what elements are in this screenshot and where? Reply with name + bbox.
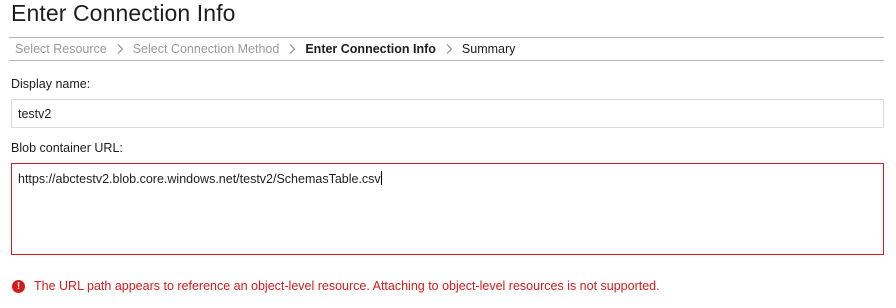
exclamation-circle-icon: ! (12, 279, 25, 293)
wizard-step-enter-connection-info: Enter Connection Info (305, 42, 436, 56)
error-message: The URL path appears to reference an obj… (34, 279, 660, 293)
blob-container-url-value: https://abctestv2.blob.core.windows.net/… (18, 172, 381, 186)
blob-container-url-input[interactable]: https://abctestv2.blob.core.windows.net/… (11, 163, 884, 255)
display-name-label: Display name: (11, 77, 91, 91)
wizard-step-summary: Summary (461, 42, 516, 56)
wizard-step-select-connection-method[interactable]: Select Connection Method (133, 42, 280, 56)
page-title: Enter Connection Info (11, 0, 236, 26)
blob-container-url-label: Blob container URL: (11, 141, 123, 155)
display-name-input[interactable] (11, 99, 884, 128)
wizard-step-select-resource[interactable]: Select Resource (15, 42, 107, 56)
chevron-right-icon (446, 44, 453, 54)
text-caret (380, 171, 382, 185)
wizard-breadcrumb: Select Resource Select Connection Method… (9, 37, 884, 61)
chevron-right-icon (117, 44, 124, 54)
chevron-right-icon (289, 44, 296, 54)
validation-error: ! The URL path appears to reference an o… (12, 279, 660, 293)
